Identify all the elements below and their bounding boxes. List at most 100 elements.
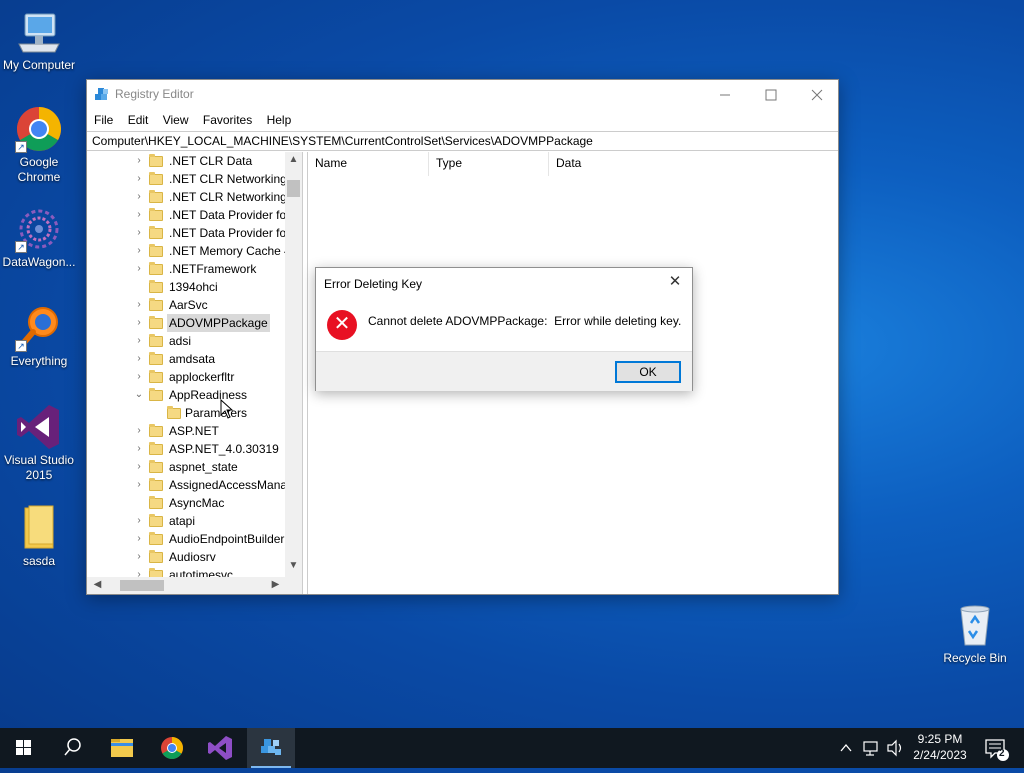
desktop-icon-my-computer[interactable]: My Computer [0,8,78,73]
chevron-right-icon[interactable]: › [134,170,144,188]
tree-item[interactable]: › .NET Memory Cache 4 [87,242,291,260]
close-button[interactable] [794,80,840,110]
tree-item[interactable]: AsyncMac [87,494,285,512]
taskbar-file-explorer[interactable] [98,728,146,768]
taskbar-registry-editor[interactable] [247,728,295,768]
tree-horizontal-scrollbar[interactable]: ◀ ▶ [87,577,302,594]
tree-item[interactable]: › ASP.NET [87,422,285,440]
window-title: Registry Editor [115,87,194,101]
chevron-right-icon[interactable]: › [134,206,144,224]
address-bar[interactable]: Computer\HKEY_LOCAL_MACHINE\SYSTEM\Curre… [87,131,838,151]
ok-button[interactable]: OK [615,361,681,383]
tree-item[interactable]: › .NET CLR Networking [87,188,287,206]
chevron-right-icon[interactable]: › [134,368,144,386]
scroll-up-icon[interactable]: ▲ [285,154,302,165]
tree-item[interactable]: › adsi [87,332,285,350]
taskbar-visual-studio[interactable] [197,728,245,768]
menu-favorites[interactable]: Favorites [202,110,258,127]
title-bar[interactable]: Registry Editor [87,80,838,110]
column-header-type[interactable]: Type [429,152,549,176]
tree-item-label: .NET CLR Data [169,154,253,168]
tree-item[interactable]: › .NET Data Provider for [87,206,290,224]
chevron-right-icon[interactable]: › [134,188,144,206]
chevron-right-icon[interactable]: › [134,422,144,440]
tree-vertical-scrollbar[interactable]: ▲ ▼ [285,152,302,577]
chevron-right-icon[interactable]: › [134,242,144,260]
tree-item[interactable]: › AudioEndpointBuilder [87,530,285,548]
tree-item[interactable]: › amdsata [87,350,285,368]
chevron-right-icon[interactable]: › [134,296,144,314]
tree-item-label: 1394ohci [169,280,218,294]
maximize-button[interactable] [748,80,794,110]
chevron-right-icon[interactable]: › [134,314,144,332]
tree-item[interactable]: › ASP.NET_4.0.30319 [87,440,285,458]
tree-item-expanded[interactable]: ⌄ AppReadiness [87,386,285,404]
network-button[interactable] [860,728,882,768]
column-header-name[interactable]: Name [308,152,429,176]
tree-item[interactable]: › AarSvc [87,296,285,314]
close-icon: ✕ [668,273,682,290]
tree-item-label: .NET Data Provider for [169,208,291,222]
network-icon [863,741,878,756]
folder-icon [149,334,163,347]
scroll-left-icon[interactable]: ◀ [89,579,106,590]
tree-item[interactable]: › applockerfltr [87,368,285,386]
chevron-right-icon[interactable]: › [134,530,144,548]
tree-item[interactable]: › .NET Data Provider for [87,224,290,242]
desktop-icon-recycle-bin[interactable]: Recycle Bin [936,601,1014,666]
error-icon: ✕ [327,310,357,340]
chevron-right-icon[interactable]: › [134,440,144,458]
start-button[interactable] [0,728,48,768]
column-header-data[interactable]: Data [549,152,749,176]
tree-item[interactable]: › .NET CLR Networking [87,170,287,188]
folder-icon [15,504,63,552]
tree-item-child[interactable]: Parameters [87,404,285,422]
tree-item-label: .NET Data Provider for [169,226,291,240]
menu-edit[interactable]: Edit [127,110,155,127]
chevron-right-icon[interactable]: › [134,224,144,242]
notification-icon [985,739,1009,761]
action-center-button[interactable]: 2 [978,728,1018,768]
scrollbar-thumb[interactable] [287,180,300,197]
chevron-right-icon[interactable]: › [134,548,144,566]
minimize-button[interactable] [702,80,748,110]
scrollbar-thumb[interactable] [120,580,164,591]
folder-icon [149,154,163,167]
chevron-right-icon[interactable]: › [134,476,144,494]
clock-date: 2/24/2023 [913,748,967,762]
tree-item[interactable]: › atapi [87,512,285,530]
tree-item-selected[interactable]: › ADOVMPPackage [87,314,285,332]
desktop-icon-datawagon[interactable]: ↗ DataWagon... [0,205,78,270]
desktop-icon-everything[interactable]: ↗ Everything [0,304,78,369]
chevron-right-icon[interactable]: › [134,512,144,530]
tree-item[interactable]: › aspnet_state [87,458,285,476]
menu-file[interactable]: File [93,110,119,127]
menu-view[interactable]: View [162,110,195,127]
chevron-right-icon[interactable]: › [134,332,144,350]
chevron-down-icon[interactable]: ⌄ [134,386,144,404]
scroll-right-icon[interactable]: ▶ [267,579,284,590]
chevron-right-icon[interactable]: › [134,152,144,170]
chevron-right-icon[interactable]: › [134,260,144,278]
key-tree: › .NET CLR Data › .NET CLR Networking › … [87,152,303,594]
tree-item[interactable]: › .NETFramework [87,260,285,278]
menu-help[interactable]: Help [266,110,298,127]
tree-item-label: AsyncMac [169,496,225,510]
desktop-icon-visual-studio[interactable]: Visual Studio 2015 [0,403,78,483]
search-button[interactable] [48,728,96,768]
clock[interactable]: 9:25 PM 2/24/2023 [905,731,975,763]
scroll-down-icon[interactable]: ▼ [285,560,302,571]
tree-item[interactable]: › Audiosrv [87,548,285,566]
volume-button[interactable] [884,728,906,768]
taskbar-chrome[interactable] [148,728,196,768]
tree-item[interactable]: › .NET CLR Data [87,152,285,170]
chevron-right-icon[interactable]: › [134,350,144,368]
desktop-icon-google-chrome[interactable]: ↗ Google Chrome [0,105,78,185]
tree-item[interactable]: 1394ohci [87,278,285,296]
tray-overflow-button[interactable] [836,728,856,768]
desktop-icon-sasda[interactable]: sasda [0,504,78,569]
tree-item[interactable]: › AssignedAccessMana [87,476,287,494]
dialog-close-button[interactable]: ✕ [664,272,686,294]
registry-editor-icon [261,739,281,755]
chevron-right-icon[interactable]: › [134,458,144,476]
